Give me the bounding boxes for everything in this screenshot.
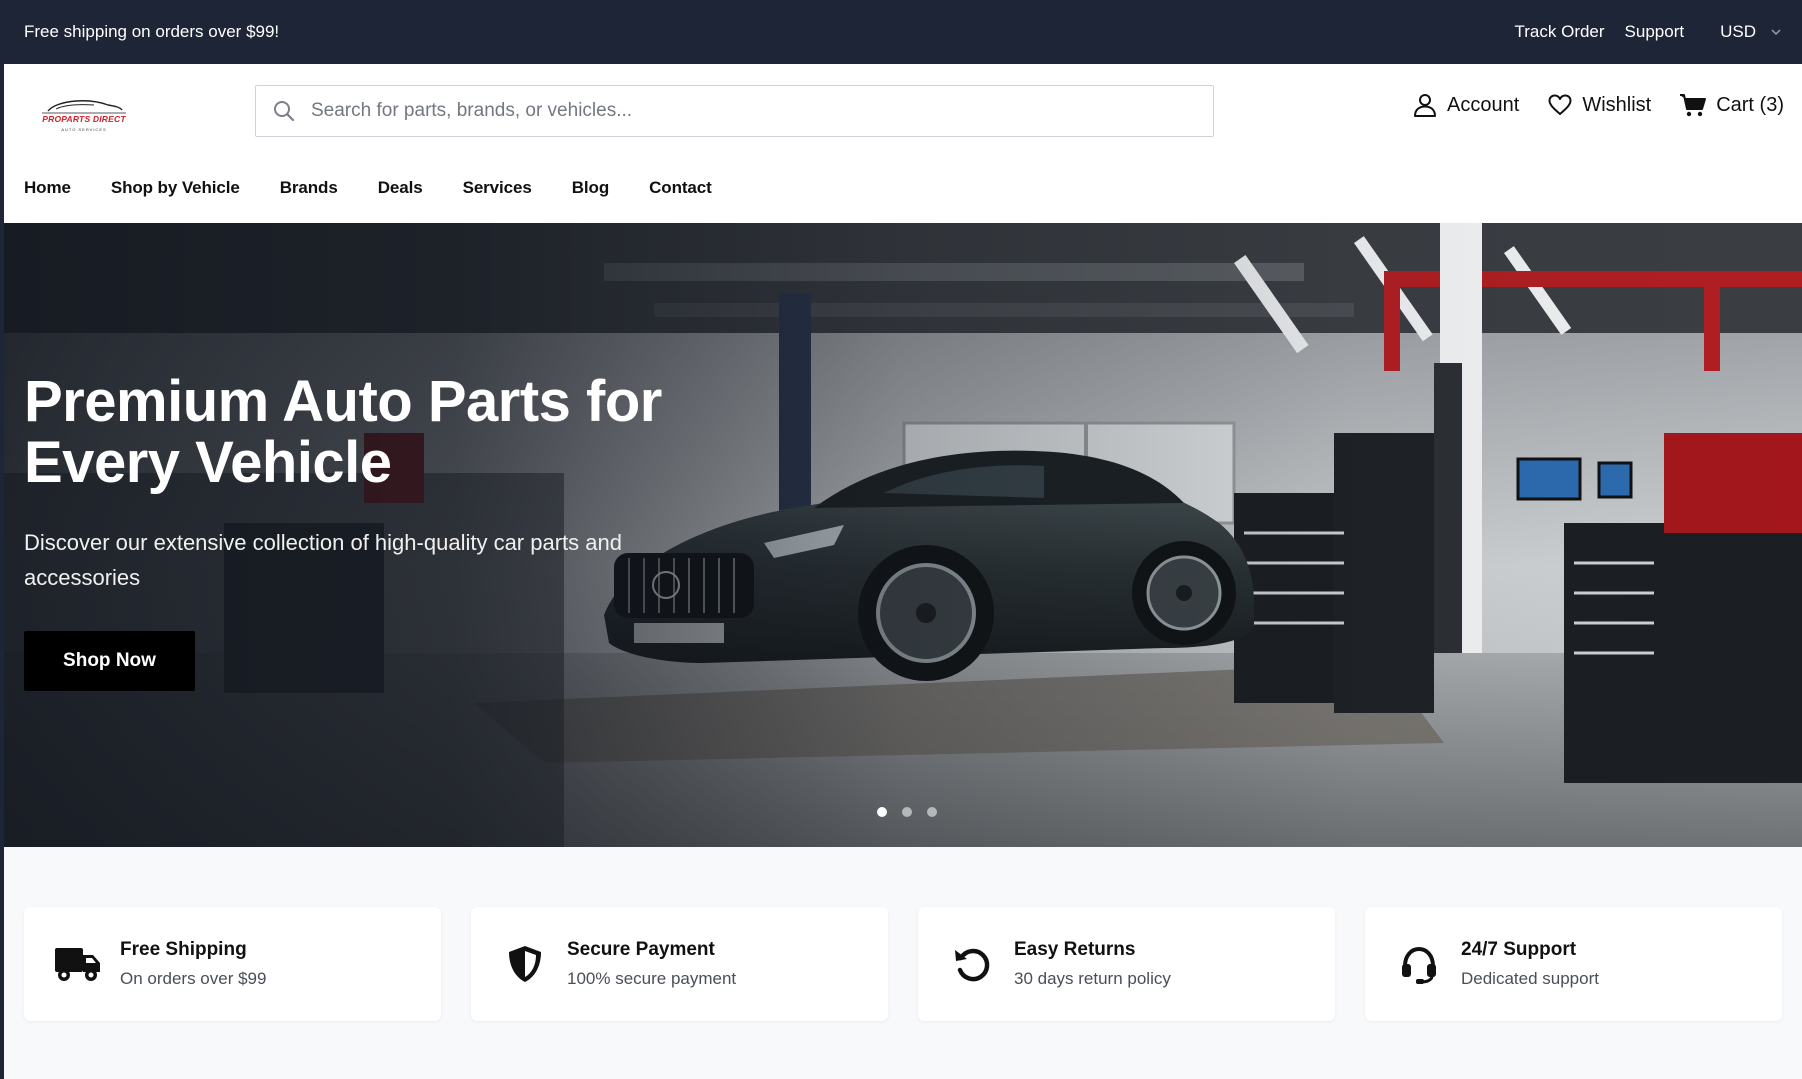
undo-icon <box>955 948 990 982</box>
feature-title: Easy Returns <box>1014 939 1136 960</box>
wishlist-label: Wishlist <box>1582 93 1652 116</box>
carousel-dot[interactable] <box>902 807 912 817</box>
feature-description: On orders over $99 <box>120 969 267 988</box>
carousel-dot[interactable] <box>877 807 887 817</box>
currency-selector[interactable]: USD <box>1720 22 1782 42</box>
hero-content: Premium Auto Parts for Every Vehicle Dis… <box>24 371 704 691</box>
topbar-links: Track Order Support USD <box>1515 22 1783 42</box>
cart-button[interactable]: Cart (3) <box>1679 92 1784 118</box>
account-label: Account <box>1447 93 1520 116</box>
feature-card-free-shipping: Free Shipping On orders over $99 <box>24 907 441 1021</box>
feature-card-easy-returns: Easy Returns 30 days return policy <box>918 907 1335 1021</box>
feature-description: Dedicated support <box>1461 969 1599 988</box>
main-nav: Home Shop by Vehicle Brands Deals Servic… <box>24 178 712 204</box>
logo-text: PROPARTS DIRECT <box>42 114 126 124</box>
hero-banner: Premium Auto Parts for Every Vehicle Dis… <box>4 223 1802 847</box>
wishlist-button[interactable]: Wishlist <box>1547 92 1651 118</box>
header-actions: Account Wishlist Cart (3) <box>1412 92 1784 118</box>
shield-icon <box>509 946 541 982</box>
headset-icon <box>1402 946 1436 984</box>
site-header: PROPARTS DIRECT AUTO SERVICES Account <box>4 64 1802 158</box>
nav-home[interactable]: Home <box>24 178 71 204</box>
search-bar <box>255 85 1214 137</box>
nav-services[interactable]: Services <box>463 178 532 204</box>
car-logo-icon <box>42 100 126 114</box>
search-input[interactable] <box>311 100 1171 122</box>
nav-brands[interactable]: Brands <box>280 178 338 204</box>
search-icon[interactable] <box>273 100 295 122</box>
user-icon <box>1414 94 1437 117</box>
feature-card-support: 24/7 Support Dedicated support <box>1365 907 1782 1021</box>
feature-description: 100% secure payment <box>567 969 737 988</box>
nav-deals[interactable]: Deals <box>378 178 423 204</box>
chevron-down-icon <box>1771 29 1781 36</box>
feature-title: 24/7 Support <box>1461 939 1577 960</box>
nav-contact[interactable]: Contact <box>649 178 712 204</box>
heart-icon <box>1548 94 1572 115</box>
feature-card-secure-payment: Secure Payment 100% secure payment <box>471 907 888 1021</box>
features-section: Free Shipping On orders over $99 Secure … <box>4 847 1802 1079</box>
carousel-dot[interactable] <box>927 807 937 817</box>
site-logo[interactable]: PROPARTS DIRECT AUTO SERVICES <box>34 96 134 138</box>
hero-subtitle: Discover our extensive collection of hig… <box>24 530 622 590</box>
cart-label: Cart (3) <box>1716 93 1784 116</box>
truck-icon <box>55 948 100 981</box>
feature-description: 30 days return policy <box>1014 969 1171 988</box>
page: Free shipping on orders over $99! Track … <box>4 0 1802 1079</box>
carousel-dots <box>877 807 937 817</box>
feature-title: Secure Payment <box>567 939 715 960</box>
hero-title: Premium Auto Parts for Every Vehicle <box>24 369 662 495</box>
shop-now-button[interactable]: Shop Now <box>24 631 195 691</box>
track-order-link[interactable]: Track Order <box>1515 22 1605 42</box>
cart-icon <box>1680 94 1707 117</box>
top-announcement-bar: Free shipping on orders over $99! Track … <box>4 0 1802 64</box>
nav-shop-by-vehicle[interactable]: Shop by Vehicle <box>111 178 240 204</box>
promo-text: Free shipping on orders over $99! <box>24 22 280 41</box>
currency-value: USD <box>1720 22 1756 41</box>
account-button[interactable]: Account <box>1412 92 1519 118</box>
support-link[interactable]: Support <box>1625 22 1685 42</box>
logo-subtext: AUTO SERVICES <box>61 127 107 132</box>
nav-blog[interactable]: Blog <box>572 178 609 204</box>
feature-title: Free Shipping <box>120 939 247 960</box>
